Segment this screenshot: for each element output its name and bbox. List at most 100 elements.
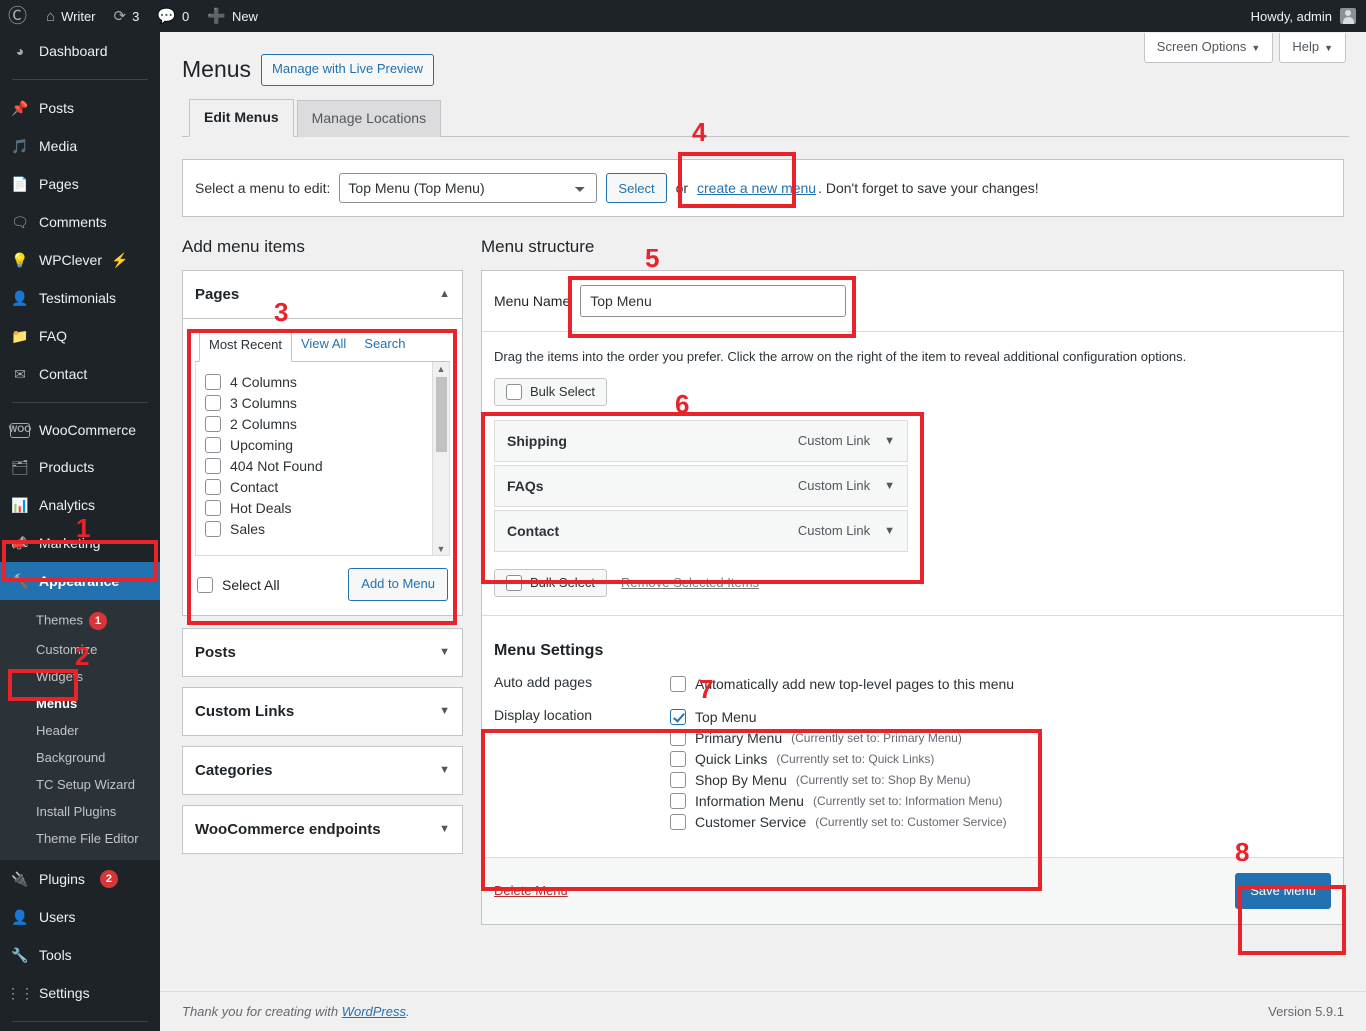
list-item[interactable]: 404 Not Found <box>205 455 449 476</box>
page-checkbox[interactable] <box>205 394 221 411</box>
save-menu-button[interactable]: Save Menu <box>1235 873 1331 909</box>
woocommerce-endpoints-panel-header[interactable]: WooCommerce endpoints ▼ <box>183 806 462 853</box>
sidebar-item-settings[interactable]: ⋮⋮ Settings <box>0 974 160 1012</box>
sidebar-subitem-background[interactable]: Background <box>0 744 160 771</box>
wordpress-link[interactable]: WordPress <box>342 1004 406 1019</box>
bulk-select-toggle-bottom[interactable]: Bulk Select <box>494 568 608 597</box>
sidebar-subitem-widgets[interactable]: Widgets <box>0 663 160 690</box>
auto-add-pages-option[interactable]: Automatically add new top-level pages to… <box>670 673 1331 694</box>
categories-panel-header[interactable]: Categories ▼ <box>183 747 462 794</box>
sidebar-item-woocommerce[interactable]: WOO WooCommerce <box>0 412 160 448</box>
location-checkbox[interactable] <box>670 729 686 746</box>
list-item[interactable]: Upcoming <box>205 434 449 455</box>
location-option-top-menu[interactable]: Top Menu <box>670 706 1331 727</box>
page-checkbox[interactable] <box>205 436 221 453</box>
sidebar-item-marketing[interactable]: 📣 Marketing <box>0 524 160 562</box>
sidebar-item-products[interactable]: 🗂 Products <box>0 448 160 486</box>
help-button[interactable]: Help ▼ <box>1279 33 1346 64</box>
pages-list-scrollbar[interactable]: ▲ ▼ <box>432 362 449 556</box>
location-checkbox[interactable] <box>670 771 686 788</box>
page-checkbox[interactable] <box>205 457 221 474</box>
bulk-select-checkbox[interactable] <box>506 383 522 400</box>
menu-select-dropdown[interactable]: Top Menu (Top Menu) <box>339 173 598 204</box>
location-checkbox[interactable] <box>670 792 686 809</box>
sidebar-item-testimonials[interactable]: 👤 Testimonials <box>0 279 160 317</box>
location-option-primary-menu[interactable]: Primary Menu (Currently set to: Primary … <box>670 727 1331 748</box>
sidebar-subitem-menus[interactable]: Menus <box>0 690 160 717</box>
updates-menu[interactable]: ⟳ 3 <box>105 0 149 32</box>
sidebar-item-comments[interactable]: 🗨 Comments <box>0 203 160 241</box>
sidebar-item-users[interactable]: 👤 Users <box>0 898 160 936</box>
tab-edit-menus[interactable]: Edit Menus <box>189 98 294 138</box>
bulk-select-toggle-top[interactable]: Bulk Select <box>494 377 608 406</box>
list-item[interactable]: Hot Deals <box>205 497 449 518</box>
chevron-down-icon[interactable]: ▼ <box>884 435 895 447</box>
sidebar-item-plugins[interactable]: 🔌 Plugins 2 <box>0 860 160 898</box>
sidebar-subitem-theme-file-editor[interactable]: Theme File Editor <box>0 825 160 852</box>
location-option-quick-links[interactable]: Quick Links (Currently set to: Quick Lin… <box>670 748 1331 769</box>
delete-menu-link[interactable]: Delete Menu <box>494 883 568 898</box>
list-item[interactable]: 3 Columns <box>205 392 449 413</box>
sidebar-item-media[interactable]: 🎵 Media <box>0 127 160 165</box>
account-menu[interactable]: Howdy, admin <box>1242 0 1366 32</box>
new-content-menu[interactable]: ➕ New <box>198 0 267 32</box>
chevron-down-icon[interactable]: ▼ <box>884 480 895 492</box>
menu-item-row[interactable]: Contact Custom Link ▼ <box>494 509 908 552</box>
sidebar-subitem-tc-setup-wizard[interactable]: TC Setup Wizard <box>0 771 160 798</box>
comments-menu[interactable]: 💬 0 <box>148 0 198 32</box>
sidebar-subitem-themes[interactable]: Themes 1 <box>0 606 160 636</box>
sidebar-item-pages[interactable]: 📄 Pages <box>0 165 160 203</box>
pages-panel-header[interactable]: Pages ▲ <box>183 271 462 320</box>
screen-options-button[interactable]: Screen Options ▼ <box>1143 33 1274 64</box>
sidebar-item-analytics[interactable]: 📊 Analytics <box>0 486 160 524</box>
sidebar-item-appearance[interactable]: 🔨 Appearance <box>0 562 160 601</box>
create-a-new-menu-link[interactable]: create a new menu <box>697 180 816 196</box>
sidebar-item-contact[interactable]: ✉ Contact <box>0 355 160 393</box>
select-all-checkbox[interactable] <box>197 576 213 593</box>
auto-add-pages-checkbox[interactable] <box>670 675 686 692</box>
sidebar-subitem-header[interactable]: Header <box>0 717 160 744</box>
select-button[interactable]: Select <box>606 173 667 204</box>
page-checkbox[interactable] <box>205 478 221 495</box>
list-item[interactable]: 2 Columns <box>205 413 449 434</box>
tab-view-all[interactable]: View All <box>292 329 355 362</box>
wordpress-logo-icon[interactable]: Ⓒ <box>0 7 37 26</box>
sidebar-subitem-install-plugins[interactable]: Install Plugins <box>0 798 160 825</box>
menu-name-input[interactable] <box>580 285 847 318</box>
select-all-control[interactable]: Select All <box>197 576 280 593</box>
page-checkbox[interactable] <box>205 499 221 516</box>
list-item[interactable]: 4 Columns <box>205 371 449 392</box>
menu-item-row[interactable]: FAQs Custom Link ▼ <box>494 464 908 507</box>
sidebar-item-tools[interactable]: 🔧 Tools <box>0 936 160 974</box>
manage-with-live-preview-button[interactable]: Manage with Live Preview <box>261 54 435 86</box>
scroll-up-icon[interactable]: ▲ <box>437 362 446 376</box>
sidebar-subitem-customize[interactable]: Customize <box>0 636 160 663</box>
page-checkbox[interactable] <box>205 415 221 432</box>
site-name-menu[interactable]: ⌂ Writer <box>37 0 105 32</box>
location-option-shop-by-menu[interactable]: Shop By Menu (Currently set to: Shop By … <box>670 769 1331 790</box>
chevron-down-icon[interactable]: ▼ <box>884 525 895 537</box>
sidebar-item-faq[interactable]: 📁 FAQ <box>0 317 160 355</box>
location-checkbox[interactable] <box>670 750 686 767</box>
location-checkbox[interactable] <box>670 813 686 830</box>
scrollbar-thumb[interactable] <box>435 377 447 453</box>
tab-most-recent[interactable]: Most Recent <box>199 329 292 363</box>
sidebar-item-dashboard[interactable]: ◕ Dashboard <box>0 32 160 70</box>
page-checkbox[interactable] <box>205 520 221 537</box>
page-checkbox[interactable] <box>205 373 221 390</box>
bulk-select-checkbox[interactable] <box>506 574 522 591</box>
list-item[interactable]: Contact <box>205 476 449 497</box>
scroll-down-icon[interactable]: ▼ <box>437 542 446 555</box>
tab-manage-locations[interactable]: Manage Locations <box>296 99 442 138</box>
add-to-menu-button[interactable]: Add to Menu <box>348 568 448 602</box>
location-option-information-menu[interactable]: Information Menu (Currently set to: Info… <box>670 790 1331 811</box>
posts-panel-header[interactable]: Posts ▼ <box>183 629 462 676</box>
custom-links-panel-header[interactable]: Custom Links ▼ <box>183 688 462 735</box>
location-option-customer-service[interactable]: Customer Service (Currently set to: Cust… <box>670 811 1331 832</box>
list-item[interactable]: Sales <box>205 518 449 539</box>
location-checkbox[interactable] <box>670 708 686 725</box>
menu-item-row[interactable]: Shipping Custom Link ▼ <box>494 419 908 462</box>
sidebar-item-posts[interactable]: 📌 Posts <box>0 89 160 127</box>
sidebar-item-wpclever[interactable]: 💡 WPClever ⚡ <box>0 241 160 279</box>
remove-selected-items-link[interactable]: Remove Selected Items <box>621 575 759 590</box>
